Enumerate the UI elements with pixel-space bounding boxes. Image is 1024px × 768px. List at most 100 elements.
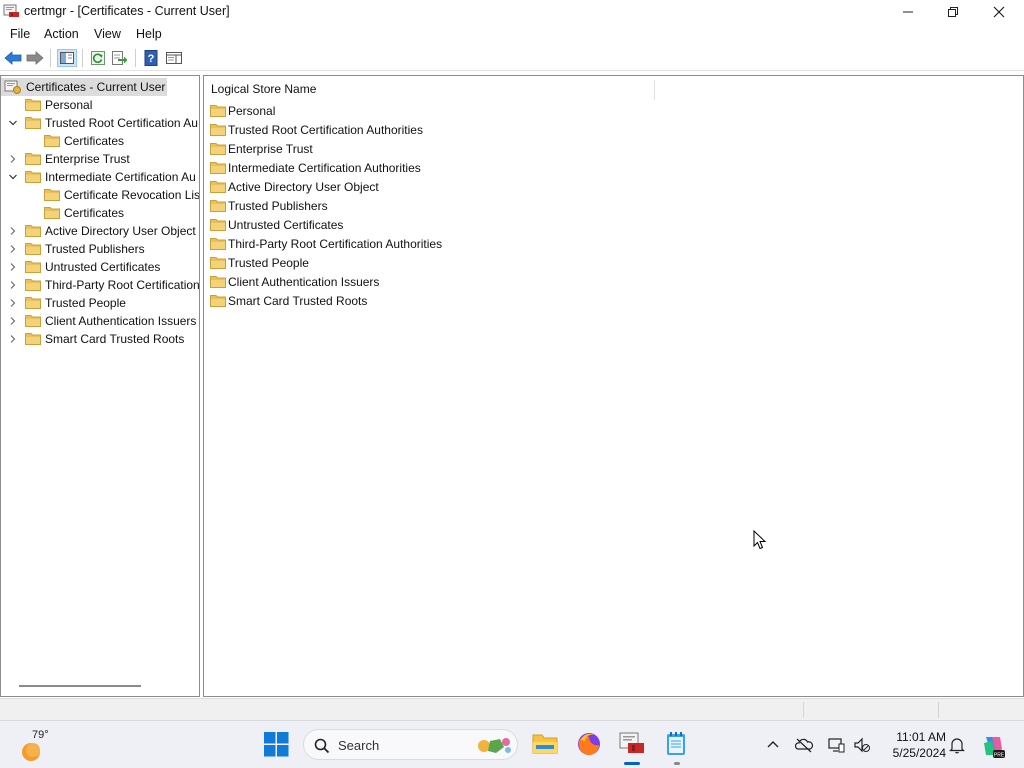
folder-icon	[25, 171, 41, 183]
menu-action[interactable]: Action	[44, 27, 79, 41]
folder-icon	[210, 200, 226, 212]
status-divider	[938, 702, 939, 718]
store-list-item-label: Intermediate Certification Authorities	[228, 161, 421, 175]
weather-sun-icon	[22, 743, 40, 761]
tree-item[interactable]: Smart Card Trusted Roots	[1, 330, 199, 348]
show-hide-action-pane-button[interactable]	[164, 49, 184, 67]
details-pane[interactable]: Logical Store Name Personal Trusted Root …	[203, 75, 1024, 697]
taskbar-search-box[interactable]: Search	[303, 729, 518, 760]
tree-item[interactable]: Intermediate Certification Au	[1, 168, 199, 186]
tree-item[interactable]: Trusted Publishers	[1, 240, 199, 258]
tree-item[interactable]: Trusted People	[1, 294, 199, 312]
chevron-right-icon[interactable]	[8, 334, 18, 344]
folder-icon	[25, 333, 41, 345]
notepad-taskbar-button[interactable]	[664, 731, 690, 757]
back-button[interactable]	[3, 49, 23, 67]
chevron-right-icon[interactable]	[8, 298, 18, 308]
chevron-down-icon[interactable]	[8, 172, 18, 182]
notification-bell-icon[interactable]	[948, 736, 966, 754]
store-list-item-label: Enterprise Trust	[228, 142, 313, 156]
tree-item[interactable]: Enterprise Trust	[1, 150, 199, 168]
toolbar: ?	[0, 45, 1024, 71]
clock-date: 5/25/2024	[892, 746, 946, 760]
taskbar-clock[interactable]: 11:01 AM 5/25/2024	[880, 729, 946, 761]
tree-item[interactable]: Certificate Revocation Lis	[1, 186, 199, 204]
tree-item[interactable]: Certificates	[1, 204, 199, 222]
store-list-item-label: Trusted Root Certification Authorities	[228, 123, 423, 137]
folder-icon	[25, 153, 41, 165]
svg-text:PRE: PRE	[994, 753, 1005, 759]
column-header-logical-store-name[interactable]: Logical Store Name	[211, 82, 316, 96]
certmgr-taskbar-button[interactable]	[619, 731, 645, 757]
tree-root-label: Certificates - Current User	[26, 80, 166, 94]
firefox-icon	[578, 733, 600, 755]
tree-item[interactable]: Trusted Root Certification Au	[1, 114, 199, 132]
network-display-icon[interactable]	[827, 736, 845, 754]
chevron-right-icon[interactable]	[8, 280, 18, 290]
chevron-right-icon[interactable]	[8, 154, 18, 164]
certmgr-taskbar-icon	[619, 732, 644, 753]
menu-help[interactable]: Help	[136, 27, 162, 41]
tree-item[interactable]: Active Directory User Object	[1, 222, 199, 240]
svg-text:?: ?	[148, 53, 155, 65]
horizontal-scrollbar-thumb[interactable]	[19, 685, 141, 687]
restore-button[interactable]	[930, 0, 976, 23]
volume-muted-icon[interactable]	[853, 736, 871, 754]
show-hidden-icons-chevron-up-icon[interactable]	[764, 736, 782, 754]
toolbar-separator	[135, 49, 136, 67]
store-list-item-label: Active Directory User Object	[228, 180, 379, 194]
help-book-icon: ?	[144, 50, 158, 66]
close-button[interactable]	[976, 0, 1022, 23]
console-tree-pane[interactable]: Certificates - Current User Personal Trus…	[0, 75, 200, 697]
refresh-button[interactable]	[88, 49, 108, 67]
help-button[interactable]: ?	[141, 49, 161, 67]
store-list-item-label: Untrusted Certificates	[228, 218, 344, 232]
folder-icon	[25, 297, 41, 309]
chevron-right-icon[interactable]	[8, 316, 18, 326]
copilot-icon[interactable]: PRE	[980, 733, 1006, 759]
weather-temperature: 79°	[32, 729, 49, 741]
forward-button[interactable]	[25, 49, 45, 67]
refresh-icon	[91, 51, 105, 65]
tree-item[interactable]: Untrusted Certificates	[1, 258, 199, 276]
tree-item[interactable]: Third-Party Root Certification	[1, 276, 199, 294]
tree-item[interactable]: Certificates	[1, 132, 199, 150]
windows-logo-icon	[264, 732, 289, 757]
start-button[interactable]	[264, 732, 290, 758]
menu-file[interactable]: File	[10, 27, 30, 41]
tree-item-label: Intermediate Certification Au	[45, 170, 196, 184]
chevron-down-icon[interactable]	[8, 118, 18, 128]
folder-icon	[210, 162, 226, 174]
toolbar-separator	[50, 49, 51, 67]
menu-view[interactable]: View	[94, 27, 121, 41]
mouse-cursor-icon	[753, 530, 767, 550]
folder-icon	[44, 135, 60, 147]
onedrive-offline-icon[interactable]	[795, 736, 813, 754]
status-bar	[0, 698, 1024, 720]
tree-item[interactable]: Client Authentication Issuers	[1, 312, 199, 330]
export-list-icon	[112, 51, 128, 65]
tree-item-label: Client Authentication Issuers	[45, 314, 197, 328]
folder-icon	[44, 189, 60, 201]
weather-widget[interactable]: 79°	[18, 729, 58, 763]
tree-item[interactable]: Personal	[1, 96, 199, 114]
column-divider[interactable]	[654, 80, 655, 100]
chevron-right-icon[interactable]	[8, 226, 18, 236]
console-tree-icon	[60, 52, 74, 64]
firefox-taskbar-button[interactable]	[576, 731, 602, 757]
export-list-button[interactable]	[110, 49, 130, 67]
file-explorer-taskbar-button[interactable]	[532, 731, 558, 757]
chevron-right-icon[interactable]	[8, 262, 18, 272]
notepad-icon	[667, 732, 685, 755]
title-bar: certmgr - [Certificates - Current User]	[0, 0, 1024, 23]
chevron-right-icon[interactable]	[8, 244, 18, 254]
minimize-button[interactable]	[885, 0, 931, 23]
folder-icon	[25, 261, 41, 273]
folder-icon	[210, 181, 226, 193]
folder-icon	[25, 279, 41, 291]
file-explorer-icon	[532, 734, 558, 754]
folder-icon	[210, 143, 226, 155]
folder-icon	[25, 99, 41, 111]
tree-root-certificates-current-user[interactable]: Certificates - Current User	[1, 78, 167, 96]
show-hide-console-tree-button[interactable]	[57, 49, 77, 67]
